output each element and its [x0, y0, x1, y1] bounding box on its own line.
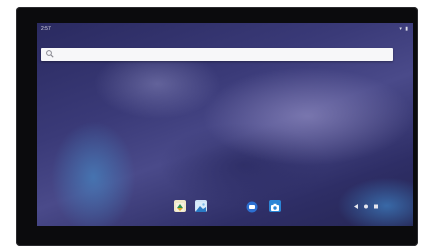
- home-icon[interactable]: [363, 204, 369, 209]
- home-screen: 2:57 ▾ ▮: [37, 23, 413, 226]
- back-icon[interactable]: [353, 204, 359, 209]
- search-bar[interactable]: [41, 48, 393, 61]
- status-bar-time: 2:57: [41, 26, 51, 32]
- files-app-icon[interactable]: [174, 200, 186, 212]
- search-icon: [46, 50, 54, 58]
- status-bar-icons: ▾ ▮: [399, 26, 409, 32]
- messages-app-icon[interactable]: [246, 200, 258, 213]
- tablet-device: 2:57 ▾ ▮: [16, 7, 418, 246]
- gallery-app-icon[interactable]: [195, 200, 207, 212]
- recents-icon[interactable]: [373, 204, 379, 209]
- camera-app-icon[interactable]: [269, 200, 281, 212]
